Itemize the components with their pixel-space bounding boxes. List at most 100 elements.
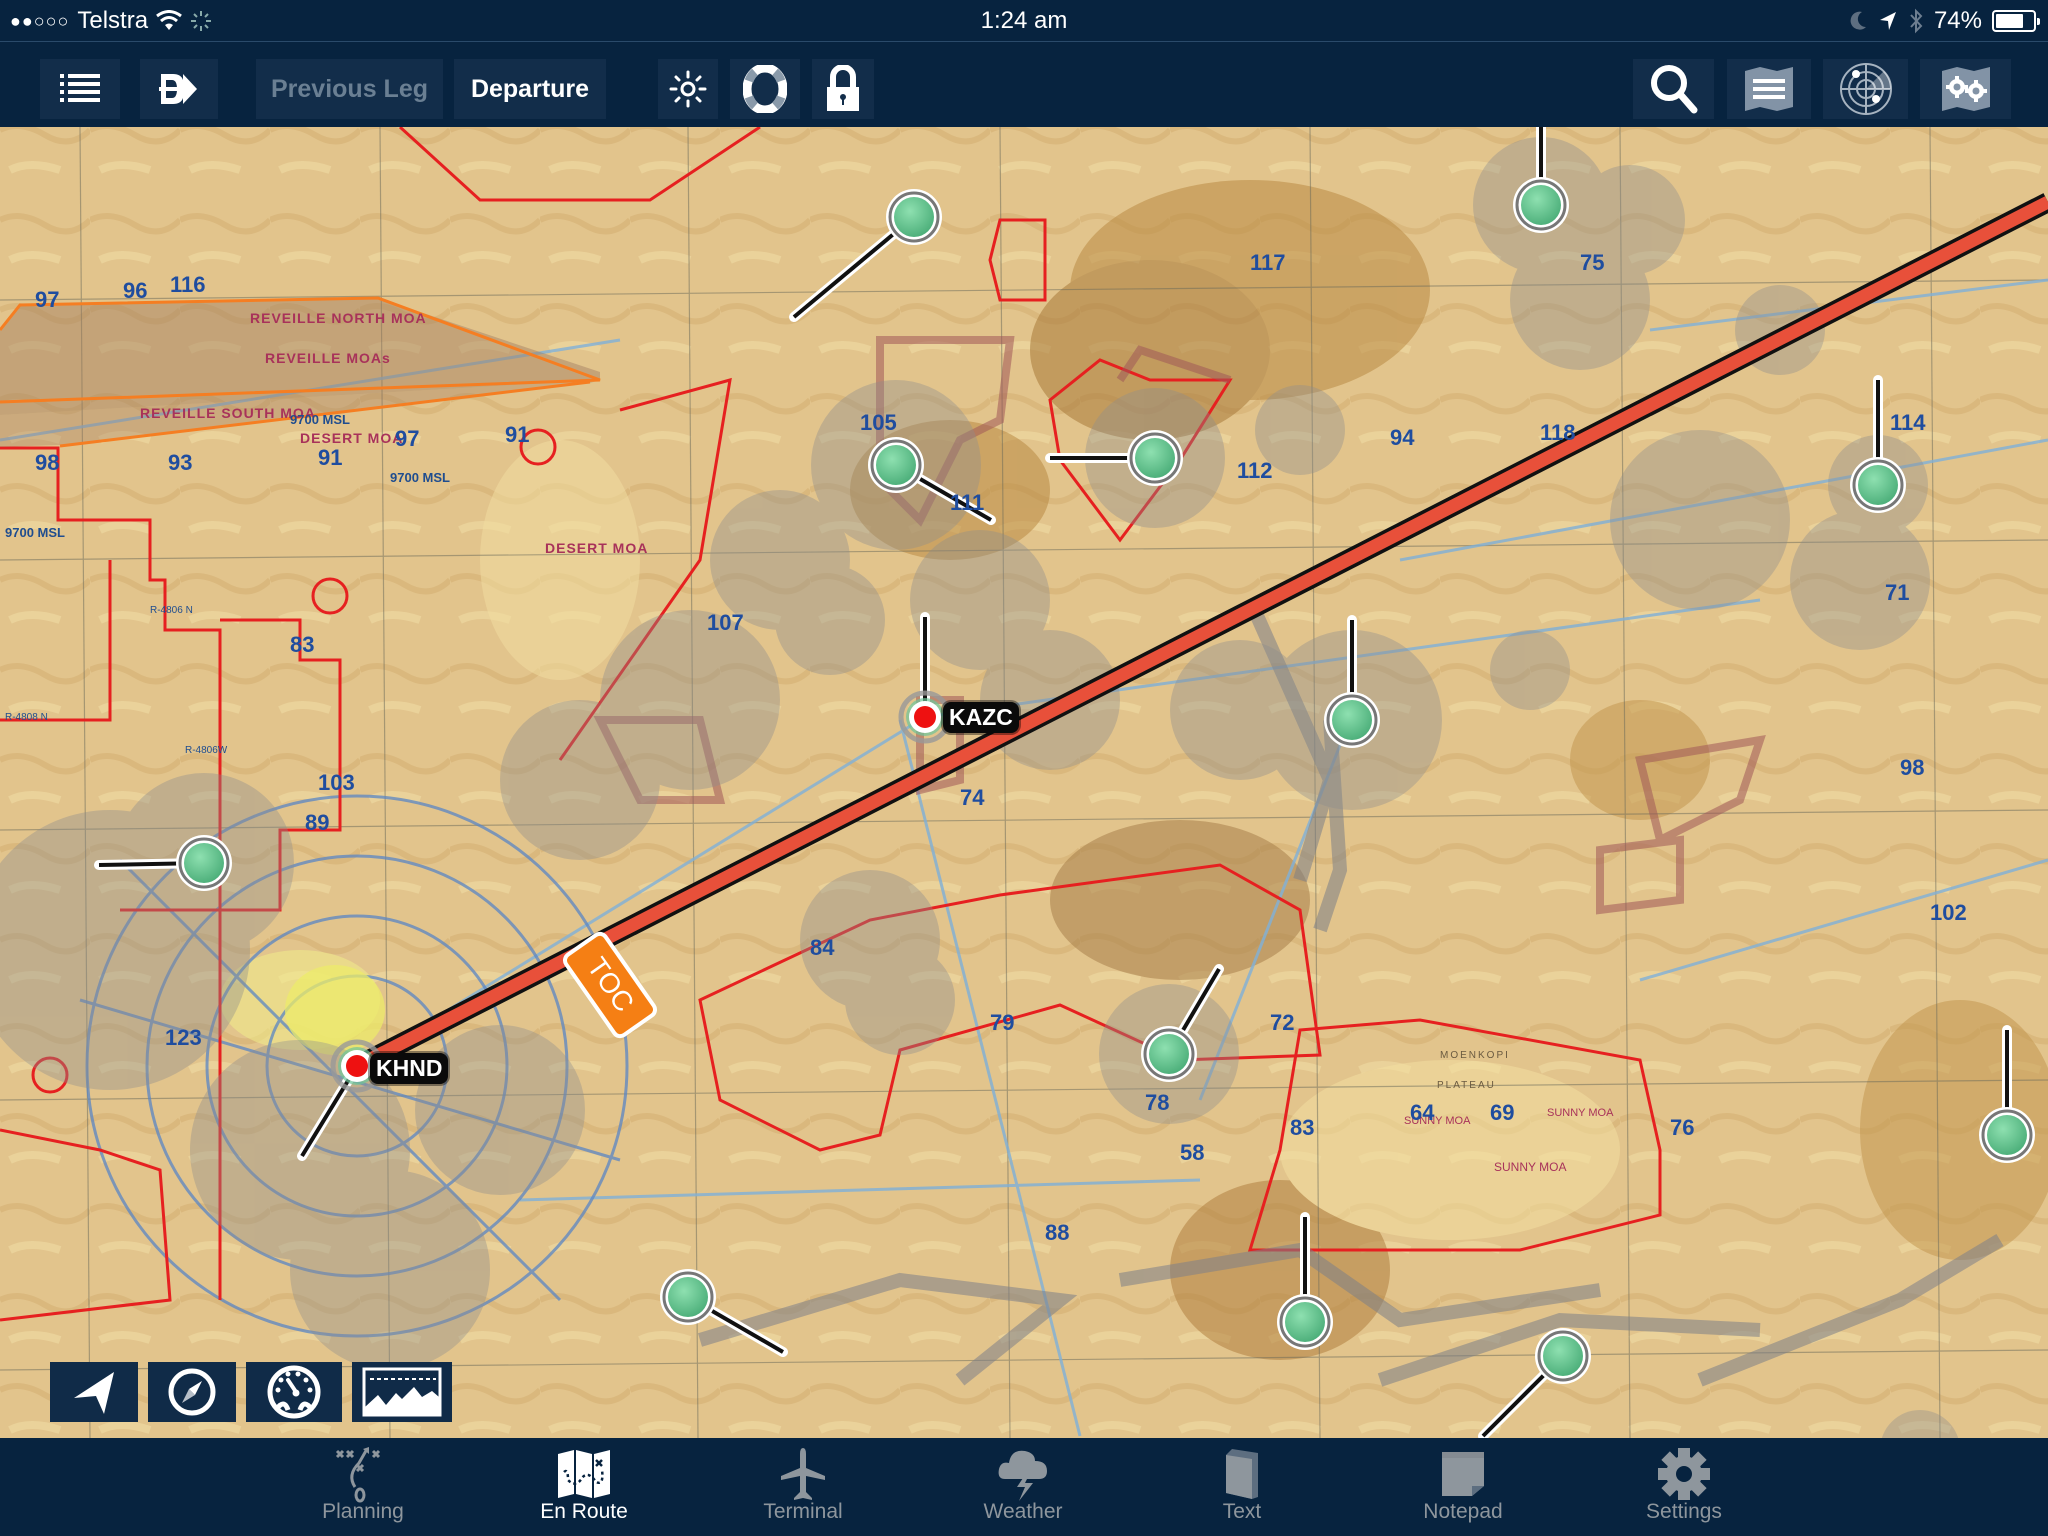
search-button[interactable] — [1633, 59, 1714, 119]
bluetooth-icon — [1910, 8, 1923, 34]
previous-leg-label: Previous Leg — [271, 74, 428, 103]
tab-label: Terminal — [763, 1500, 843, 1523]
app-root: ●●○○○ Telstra 1:24 am 74% Previous Leg D… — [0, 0, 2048, 1536]
chart-text-label: SUNNY MOA — [1494, 1160, 1567, 1174]
station-dot — [1987, 1115, 2027, 1155]
chart-text-label: 98 — [1900, 755, 1925, 780]
chart-text-label: 74 — [960, 785, 985, 810]
tab-label: Notepad — [1423, 1500, 1503, 1523]
book-icon — [1226, 1449, 1258, 1499]
chart-text-label: 84 — [810, 935, 835, 960]
waypoint-label-khnd[interactable]: KHND — [370, 1053, 449, 1084]
station-dot — [1149, 1034, 1189, 1074]
class-d-circle — [1490, 630, 1570, 710]
chart-text-label: 83 — [290, 632, 315, 657]
tab-text[interactable]: Text — [1157, 1438, 1327, 1536]
tab-label: Settings — [1646, 1500, 1722, 1523]
airplane-icon — [781, 1448, 825, 1500]
class-d-circle — [845, 945, 955, 1055]
tab-en-route[interactable]: En Route — [499, 1438, 669, 1536]
radar-button[interactable] — [1823, 59, 1908, 119]
chart-text-label: 111 — [950, 490, 985, 515]
chart-text-label: REVEILLE NORTH MOA — [250, 310, 427, 326]
chart-text-label: 79 — [990, 1010, 1015, 1035]
station-dot — [1285, 1302, 1325, 1342]
chart-text-label: 76 — [1670, 1115, 1695, 1140]
airport-waypoint-marker[interactable] — [898, 690, 952, 744]
chart-text-label: 58 — [1180, 1140, 1205, 1165]
emergency-button[interactable] — [730, 59, 800, 119]
track-up-button[interactable] — [50, 1362, 138, 1422]
map-settings-button[interactable] — [1920, 59, 2011, 119]
sectional-chart-map[interactable]: REVEILLE NORTH MOA REVEILLE MOAs REVEILLE … — [0, 127, 2048, 1438]
chart-text-label: 9700 MSL — [290, 412, 350, 427]
tab-label: Text — [1222, 1500, 1262, 1523]
list-icon — [60, 74, 100, 102]
chart-text-label: 93 — [168, 450, 193, 475]
class-d-circle — [775, 565, 885, 675]
class-d-circle — [500, 700, 660, 860]
instruments-icon — [267, 1365, 321, 1419]
departure-label: Departure — [470, 74, 590, 103]
tab-settings[interactable]: Settings — [1599, 1438, 1769, 1536]
waypoint-dot — [914, 706, 936, 728]
chart-text-label: 89 — [305, 810, 330, 835]
chart-text-label: 75 — [1580, 250, 1605, 275]
chart-text-label: REVEILLE MOAs — [265, 350, 391, 366]
station-dot — [1332, 700, 1372, 740]
tab-notepad[interactable]: Notepad — [1378, 1438, 1548, 1536]
class-d-circle — [1170, 640, 1310, 780]
instruments-button[interactable] — [246, 1362, 342, 1422]
lock-button[interactable] — [812, 59, 874, 119]
compass-button[interactable] — [148, 1362, 236, 1422]
previous-leg-button[interactable]: Previous Leg — [256, 59, 443, 119]
chart-text-label: 114 — [1890, 410, 1926, 435]
battery-level — [1996, 14, 2023, 28]
waypoint-label-kazc[interactable]: KAZC — [943, 702, 1019, 733]
lifebuoy-icon — [743, 65, 787, 113]
tab-planning[interactable]: Planning — [278, 1438, 448, 1536]
departure-button[interactable]: Departure — [454, 59, 606, 119]
chart-text-label: 64 — [1410, 1100, 1435, 1125]
chart-text-label: PLATEAU — [1437, 1080, 1496, 1091]
map-settings-icon — [1941, 67, 1990, 111]
do-not-disturb-icon — [1850, 11, 1866, 30]
chart-text-label: 94 — [1390, 425, 1415, 450]
chart-text-label: 91 — [318, 445, 343, 470]
tab-weather[interactable]: Weather — [938, 1438, 1108, 1536]
tab-label: Weather — [983, 1500, 1063, 1523]
map-layers-button[interactable] — [1727, 59, 1811, 119]
chart-text-label: 96 — [123, 278, 148, 303]
gear-icon — [1658, 1448, 1710, 1500]
route-list-button[interactable] — [40, 59, 120, 119]
waypoint-dot — [346, 1055, 368, 1077]
chart-text-label: SUNNY MOA — [1547, 1107, 1614, 1119]
chart-text-label: 118 — [1540, 420, 1576, 445]
chart-text-label: 112 — [1237, 458, 1273, 483]
chart-text-label: 91 — [505, 422, 530, 447]
chart-text-label: R-4806W — [185, 745, 228, 756]
direct-to-button[interactable] — [140, 59, 218, 119]
status-bar: ●●○○○ Telstra 1:24 am 74% — [0, 0, 2048, 42]
chart-text-label: 116 — [170, 272, 206, 297]
profile-view-button[interactable] — [352, 1362, 452, 1422]
chart-text-label: 107 — [707, 610, 744, 635]
profile-view-icon — [362, 1367, 442, 1417]
toolbar: Previous Leg Departure — [0, 43, 2048, 127]
chart-text-label: 83 — [1290, 1115, 1315, 1140]
tab-terminal[interactable]: Terminal — [718, 1438, 888, 1536]
station-dot — [1135, 438, 1175, 478]
chart-text-label: 9700 MSL — [390, 470, 450, 485]
chart-text-label: 98 — [35, 450, 60, 475]
station-dot — [1858, 465, 1898, 505]
class-d-circle — [290, 1170, 490, 1370]
brightness-button[interactable] — [658, 59, 718, 119]
chart-text-label: DESERT MOA — [300, 430, 404, 446]
chart-text-label: R-4806 N — [150, 605, 193, 616]
chart-text-label: 69 — [1490, 1100, 1515, 1125]
chart-text-label: R-4808 N — [5, 712, 48, 723]
station-dot — [876, 445, 916, 485]
tab-bar: Planning En Route Terminal Weather Text … — [0, 1438, 2048, 1536]
station-dot — [1543, 1336, 1583, 1376]
chart-text-label: 88 — [1045, 1220, 1070, 1245]
